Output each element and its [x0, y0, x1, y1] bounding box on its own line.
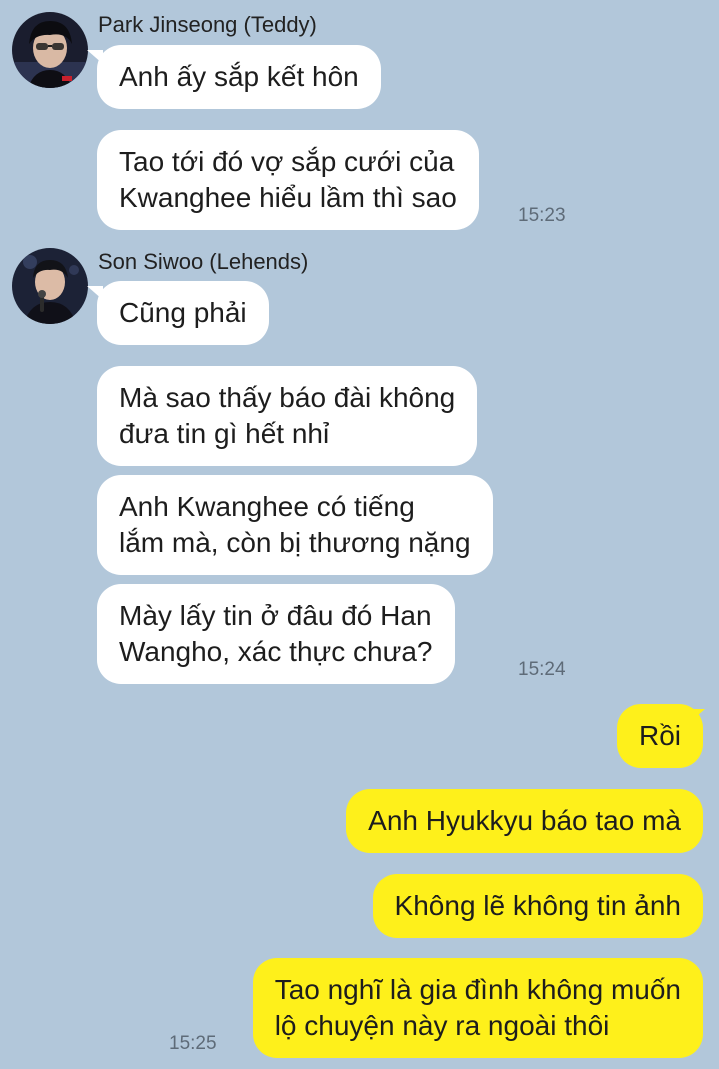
incoming-message-bubble[interactable]: Tao tới đó vợ sắp cưới của Kwanghee hiểu… [97, 130, 479, 230]
profile-photo-icon [12, 12, 88, 88]
sender-name: Park Jinseong (Teddy) [98, 12, 317, 37]
incoming-message-bubble[interactable]: Cũng phải [97, 281, 269, 345]
outgoing-message-bubble[interactable]: Không lẽ không tin ảnh [372, 874, 703, 938]
profile-photo-icon [12, 248, 88, 324]
sender-name: Son Siwoo (Lehends) [98, 249, 309, 274]
message-timestamp: 15:25 [169, 1033, 217, 1054]
incoming-message-bubble[interactable]: Mà sao thấy báo đài không đưa tin gì hết… [97, 366, 478, 466]
incoming-message-bubble[interactable]: Mày lấy tin ở đâu đó Han Wangho, xác thự… [97, 584, 455, 684]
incoming-message-bubble[interactable]: Anh ấy sắp kết hôn [97, 45, 381, 109]
avatar-park-jinseong[interactable] [12, 12, 88, 88]
outgoing-message-bubble[interactable]: Rồi [616, 704, 703, 768]
outgoing-message-bubble[interactable]: Anh Hyukkyu báo tao mà [346, 789, 703, 853]
avatar-son-siwoo[interactable] [12, 248, 88, 324]
message-timestamp: 15:24 [518, 659, 566, 680]
incoming-message-bubble[interactable]: Anh Kwanghee có tiếng lắm mà, còn bị thư… [97, 475, 493, 575]
outgoing-message-bubble[interactable]: Tao nghĩ là gia đình không muốn lộ chuyệ… [252, 958, 703, 1058]
message-timestamp: 15:23 [518, 205, 566, 226]
